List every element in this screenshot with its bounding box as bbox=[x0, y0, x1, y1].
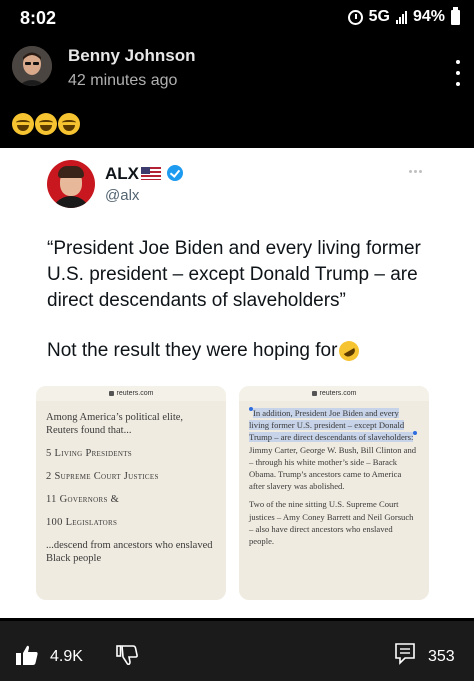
battery-percent: 94% bbox=[412, 8, 445, 25]
url-text: reuters.com bbox=[116, 390, 154, 397]
url-text: reuters.com bbox=[319, 390, 357, 397]
tweet-quote-text: “President Joe Biden and every living fo… bbox=[47, 238, 421, 311]
status-icons: 5G 94% bbox=[347, 6, 460, 26]
url-bar: reuters.com bbox=[239, 386, 429, 401]
status-bar: 8:02 5G 94% bbox=[0, 0, 474, 36]
laugh-emoji bbox=[58, 113, 80, 135]
reuters-screenshot-left[interactable]: reuters.com Among America’s political el… bbox=[36, 386, 226, 600]
alarm-icon bbox=[347, 9, 363, 25]
thumbs-down-icon[interactable] bbox=[116, 645, 138, 665]
selection-handle-icon[interactable] bbox=[413, 431, 418, 436]
us-flag-icon bbox=[141, 167, 161, 180]
shot-paragraph: In addition, President Joe Biden and eve… bbox=[249, 407, 419, 492]
battery-icon bbox=[451, 6, 460, 25]
signal-icon bbox=[395, 10, 407, 24]
shot-paragraph-2: Two of the nine sitting U.S. Supreme Cou… bbox=[249, 499, 414, 547]
verified-badge-icon bbox=[167, 165, 183, 181]
shot-item: 100 Legislators bbox=[46, 517, 118, 528]
tweet-comment: Not the result they were hoping for bbox=[47, 337, 437, 365]
post-header: Benny Johnson 42 minutes ago bbox=[0, 40, 474, 104]
author-name[interactable]: Benny Johnson bbox=[68, 46, 196, 66]
comment-icon[interactable] bbox=[395, 643, 415, 665]
shot-item: 5 Living Presidents bbox=[46, 448, 133, 459]
more-options-icon[interactable] bbox=[454, 60, 462, 86]
highlighted-text: In addition, President Joe Biden and eve… bbox=[249, 408, 414, 443]
post-caption-emojis bbox=[12, 113, 80, 135]
shot-intro: Among America’s political elite, Reuters… bbox=[46, 412, 184, 436]
tweet-author-avatar bbox=[47, 160, 95, 208]
shot-outro: ...descend from ancestors who enslaved B… bbox=[46, 540, 213, 564]
post-timestamp: 42 minutes ago bbox=[68, 72, 178, 89]
lock-icon bbox=[311, 391, 317, 396]
tweet-author-name: ALX bbox=[105, 164, 139, 183]
shot-item: 2 Supreme Court Justices bbox=[46, 471, 159, 482]
laugh-emoji bbox=[12, 113, 34, 135]
tweet-author-handle: @alx bbox=[105, 187, 140, 204]
author-avatar[interactable] bbox=[12, 46, 52, 86]
status-time: 8:02 bbox=[20, 8, 57, 28]
laugh-emoji bbox=[35, 113, 57, 135]
tweet-more-icon bbox=[409, 170, 422, 173]
rofl-emoji bbox=[335, 337, 364, 365]
lock-icon bbox=[108, 391, 114, 396]
tweet-comment-text: Not the result they were hoping for bbox=[47, 340, 338, 361]
action-bar: 4.9K 353 bbox=[0, 621, 474, 681]
reuters-screenshot-right[interactable]: reuters.com In addition, President Joe B… bbox=[239, 386, 429, 600]
thumbs-up-icon[interactable] bbox=[16, 645, 38, 665]
shot-item: 11 Governors & bbox=[46, 494, 120, 505]
embedded-tweet[interactable]: ALX @alx “President Joe Biden and every … bbox=[0, 148, 474, 618]
url-bar: reuters.com bbox=[36, 386, 226, 401]
like-count: 4.9K bbox=[50, 648, 83, 665]
network-type: 5G bbox=[368, 8, 390, 25]
comment-count: 353 bbox=[428, 648, 455, 665]
paragraph-rest: Jimmy Carter, George W. Bush, Bill Clint… bbox=[249, 444, 417, 492]
